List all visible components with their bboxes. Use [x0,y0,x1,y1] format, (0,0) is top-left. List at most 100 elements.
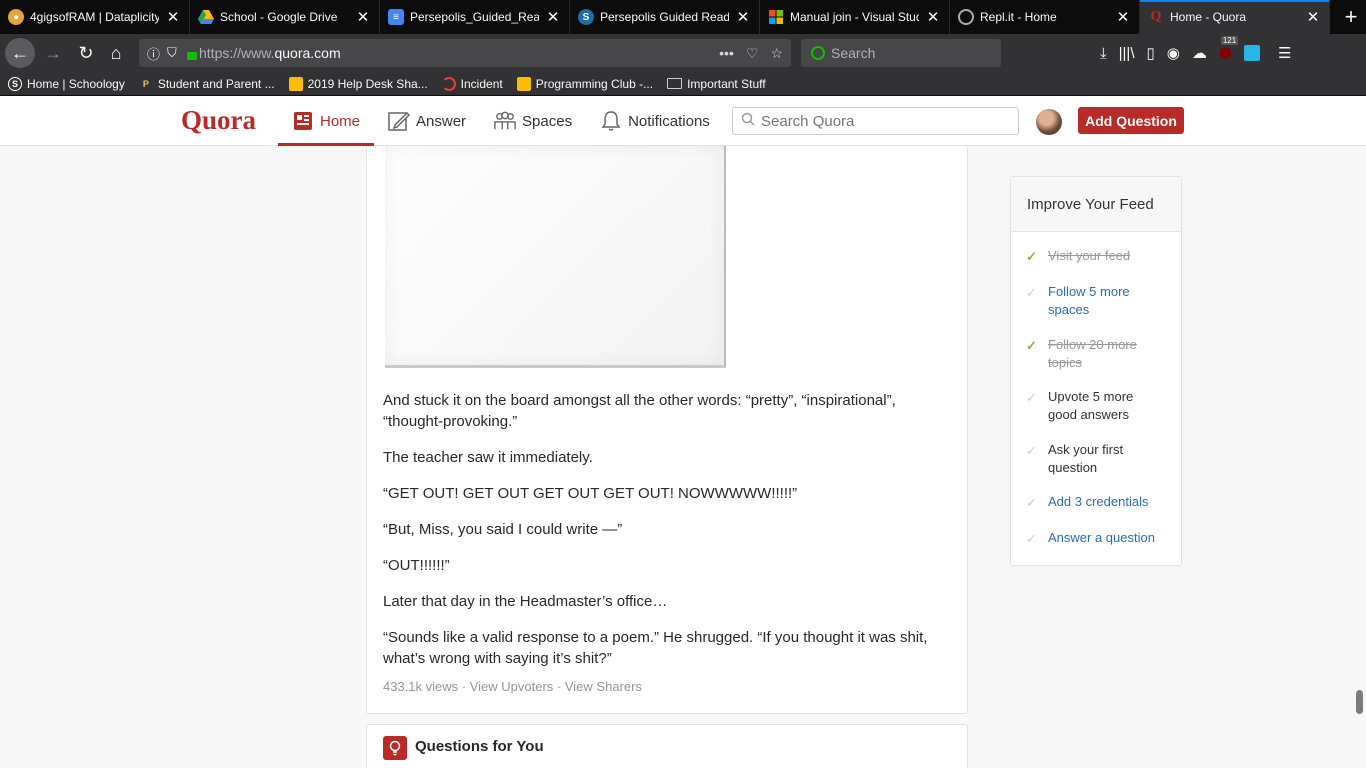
bookmark-student-parent[interactable]: P Student and Parent ... [139,77,275,91]
google-drive-icon [516,76,531,91]
bookmarks-toolbar: S Home | Schoology P Student and Parent … [0,72,1366,96]
tab-visual-studio[interactable]: Manual join - Visual Stud ✕ [760,0,950,34]
quora-logo[interactable]: Quora [181,105,256,136]
answer-meta: 433.1k views · View Upvoters · View Shar… [383,679,642,694]
bookmark-programming-club[interactable]: Programming Club -... [516,76,654,91]
bookmark-label: 2019 Help Desk Sha... [307,76,428,91]
close-icon[interactable]: ✕ [925,8,941,26]
tab-title: Manual join - Visual Stud [790,10,919,24]
close-icon[interactable]: ✕ [1115,8,1131,26]
nav-home-label: Home [320,112,361,130]
task-follow-topics[interactable]: ✓ Follow 20 more topics [1026,336,1176,372]
check-icon: ✓ [1026,495,1037,510]
nav-answer[interactable]: Answer [374,96,480,146]
close-icon[interactable]: ✕ [735,8,751,26]
task-label: Answer a question [1048,530,1155,545]
bookmark-incident[interactable]: Incident [441,76,503,91]
view-sharers-link[interactable]: View Sharers [565,679,642,694]
task-add-credentials[interactable]: ✓ Add 3 credentials [1026,493,1176,512]
url-text[interactable]: https://www.quora.com [199,45,341,61]
more-actions-icon[interactable]: ••• [719,45,734,62]
task-label: Follow 5 more spaces [1048,284,1130,317]
task-upvote[interactable]: ✓ Upvote 5 more good answers [1026,388,1176,424]
close-icon[interactable]: ✕ [545,8,561,26]
nav-toolbar: ← → ↻ ⌂ ⓘ ⛉ https://www.quora.com ••• ♡ … [0,34,1366,72]
check-icon: ✓ [1026,285,1037,300]
nav-notifications[interactable]: Notifications [586,96,724,146]
replit-icon [958,9,974,25]
bookmark-important-stuff[interactable]: Important Stuff [667,77,766,91]
task-answer-question[interactable]: ✓ Answer a question [1026,529,1176,548]
tab-replit[interactable]: Repl.it - Home ✕ [950,0,1140,34]
badge-count: 121 [1220,36,1239,45]
view-count: 433.1k views [383,679,459,694]
bookmark-help-desk[interactable]: 2019 Help Desk Sha... [288,76,428,91]
task-label: Follow 20 more topics [1048,337,1137,370]
task-label: Add 3 credentials [1048,494,1149,509]
task-follow-spaces[interactable]: ✓ Follow 5 more spaces [1026,283,1176,319]
nav-home[interactable]: Home [278,96,375,146]
tab-quora[interactable]: Q Home - Quora ✕ [1140,0,1330,34]
new-tab-button[interactable]: + [1336,0,1366,34]
bookmark-star-icon[interactable]: ☆ [770,45,783,62]
avatar[interactable] [1036,109,1062,135]
tab-dataplicity[interactable]: ● 4gigsofRAM | Dataplicity ✕ [0,0,190,34]
close-icon[interactable]: ✕ [1305,8,1321,26]
nav-spaces-label: Spaces [522,112,573,130]
quora-icon: Q [1150,9,1162,24]
folder-icon [667,78,683,89]
nav-spaces[interactable]: Spaces [480,96,586,146]
ublock-icon[interactable]: ⬢ 121 [1219,36,1239,62]
answer-paragraph: “But, Miss, you said I could write —” [383,521,623,538]
questions-for-you-title[interactable]: Questions for You [415,738,544,755]
answer-paragraph: “Sounds like a valid response to a poem.… [383,629,928,667]
pocket-icon[interactable]: ♡ [746,45,759,62]
check-icon: ✓ [1026,249,1037,264]
improve-feed-title: Improve Your Feed [1011,177,1181,232]
pencil-icon [388,110,411,132]
close-icon[interactable]: ✕ [165,8,181,26]
back-button[interactable]: ← [5,38,35,68]
search-bar[interactable]: Search [801,39,1001,67]
tab-bar: ● 4gigsofRAM | Dataplicity ✕ School - Go… [0,0,1366,34]
people-icon [494,110,516,132]
tab-title: Persepolis Guided Readi [600,10,729,24]
bookmark-label: Student and Parent ... [157,76,275,91]
search-icon [811,46,825,60]
bookmark-schoology[interactable]: S Home | Schoology [8,76,125,91]
task-visit-feed[interactable]: ✓ Visit your feed [1026,247,1176,266]
schoology-icon: S [578,9,594,25]
add-question-button[interactable]: Add Question [1078,107,1184,134]
info-icon[interactable]: ⓘ [147,44,160,63]
shield-icon[interactable]: ⛉ [167,45,177,61]
home-button[interactable]: ⌂ [101,38,131,68]
forward-button[interactable]: → [38,38,68,68]
tab-title: School - Google Drive [220,10,338,24]
check-icon: ✓ [1026,443,1037,458]
quora-search-input[interactable] [761,112,1001,130]
answer-image[interactable] [385,146,726,368]
bookmark-label: Home | Schoology [27,76,125,91]
task-ask-question[interactable]: ✓ Ask your first question [1026,441,1176,477]
scrollbar-thumb[interactable] [1356,690,1363,714]
close-icon[interactable]: ✕ [355,8,371,26]
extension-icon[interactable]: ☁ [1192,44,1207,62]
tab-schoology[interactable]: S Persepolis Guided Readi ✕ [570,0,760,34]
search-placeholder: Search [831,45,876,61]
bookmark-label: Programming Club -... [535,76,654,91]
reload-button[interactable]: ↻ [71,38,101,68]
sidebar-icon[interactable]: ▯ [1147,44,1155,62]
tab-google-drive[interactable]: School - Google Drive ✕ [190,0,380,34]
download-icon[interactable]: ⤓ [1100,45,1107,62]
library-icon[interactable]: |||\ [1119,45,1135,62]
dataplicity-icon: ● [8,9,24,25]
account-icon[interactable]: ◉ [1167,44,1180,62]
view-upvoters-link[interactable]: View Upvoters [470,679,554,694]
tab-google-docs[interactable]: ≡ Persepolis_Guided_Readi ✕ [380,0,570,34]
url-bar[interactable]: ⓘ ⛉ https://www.quora.com ••• ♡ ☆ [139,39,791,67]
menu-icon[interactable]: ☰ [1278,44,1291,62]
quora-search[interactable] [732,107,1019,135]
extension-2-icon[interactable] [1243,45,1260,61]
check-icon: ✓ [1026,338,1037,353]
answer-paragraph: And stuck it on the board amongst all th… [383,392,896,430]
